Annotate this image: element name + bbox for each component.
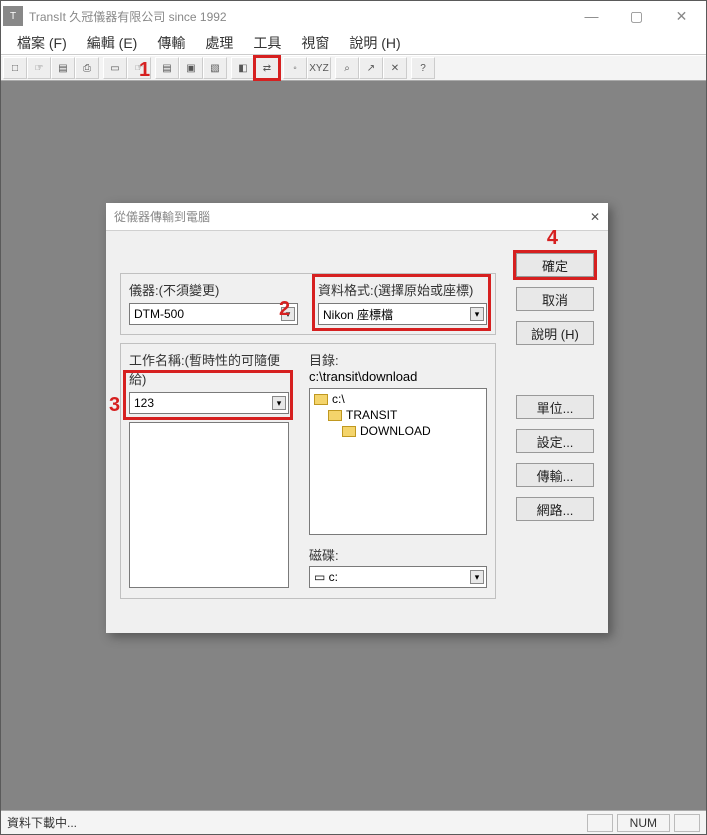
menu-file[interactable]: 檔案 (F)	[7, 33, 77, 53]
toolbar-btn-xyz[interactable]: XYZ	[307, 57, 331, 79]
dialog-close-icon[interactable]: ✕	[590, 210, 600, 224]
toolbar-btn-18[interactable]: ⌕	[335, 57, 359, 79]
tree-item[interactable]: c:\	[314, 391, 482, 407]
toolbar-btn-print[interactable]: ⎙	[75, 57, 99, 79]
menu-edit[interactable]: 編輯 (E)	[77, 33, 148, 53]
job-combo[interactable]: 123 ▾	[129, 392, 289, 414]
disk-value: ▭ c:	[314, 570, 338, 584]
window-title: TransIt 久冠儀器有限公司 since 1992	[29, 8, 569, 25]
cancel-button[interactable]: 取消	[516, 287, 594, 311]
instrument-value: DTM-500	[134, 307, 184, 321]
chevron-down-icon: ▾	[470, 570, 484, 584]
folder-icon	[342, 426, 356, 437]
toolbar-btn-new[interactable]: □	[3, 57, 27, 79]
folder-icon	[328, 410, 342, 421]
dir-tree[interactable]: c:\ TRANSIT DOWNLOAD	[309, 388, 487, 535]
annotation-2: 2	[279, 298, 290, 321]
job-group: 工作名稱:(暫時性的可隨便給) 123 ▾ 3	[120, 343, 496, 599]
instrument-group: 儀器:(不須變更) DTM-500 ▾ 資料格式:(選擇原始或座標) Ni	[120, 273, 496, 335]
minimize-button[interactable]: —	[569, 2, 614, 30]
toolbar-btn-5[interactable]: ▭	[103, 57, 127, 79]
format-label: 資料格式:(選擇原始或座標)	[318, 280, 487, 299]
status-bar: 資料下載中... NUM	[1, 810, 706, 834]
annotation-3: 3	[109, 394, 120, 417]
menu-transfer[interactable]: 傳輸	[147, 33, 195, 53]
disk-combo[interactable]: ▭ c: ▾	[309, 566, 487, 588]
dir-value: c:\transit\download	[309, 369, 487, 384]
close-button[interactable]: ✕	[659, 2, 704, 30]
instrument-combo[interactable]: DTM-500 ▾	[129, 303, 298, 325]
toolbar-btn-download[interactable]: ⇄	[255, 57, 279, 79]
job-label: 工作名稱:(暫時性的可隨便給)	[129, 350, 289, 388]
units-button[interactable]: 單位...	[516, 395, 594, 419]
network-button[interactable]: 網路...	[516, 497, 594, 521]
toolbar-btn-8[interactable]: ▤	[155, 57, 179, 79]
status-text: 資料下載中...	[7, 814, 77, 831]
ok-button[interactable]: 確定	[516, 253, 594, 277]
job-list[interactable]	[129, 422, 289, 588]
menu-window[interactable]: 視窗	[291, 33, 339, 53]
title-bar: T TransIt 久冠儀器有限公司 since 1992 — ▢ ✕	[1, 1, 706, 31]
settings-button[interactable]: 設定...	[516, 429, 594, 453]
menu-process[interactable]: 處理	[195, 33, 243, 53]
help-button[interactable]: 說明 (H)	[516, 321, 594, 345]
toolbar-btn-save[interactable]: ▤	[51, 57, 75, 79]
toolbar-btn-open[interactable]: ☞	[27, 57, 51, 79]
toolbar-btn-12[interactable]: ◧	[231, 57, 255, 79]
menu-tools[interactable]: 工具	[243, 33, 291, 53]
tree-item[interactable]: TRANSIT	[314, 407, 482, 423]
toolbar-btn-20[interactable]: ✕	[383, 57, 407, 79]
download-dialog: 從儀器傳輸到電腦 ✕ 4 確定 取消 說明 (H) 單位... 設定... 傳輸…	[106, 203, 608, 633]
folder-icon	[314, 394, 328, 405]
format-value: Nikon 座標檔	[323, 306, 393, 323]
annotation-4: 4	[547, 227, 558, 250]
status-num: NUM	[617, 814, 670, 832]
maximize-button[interactable]: ▢	[614, 2, 659, 30]
annotation-1: 1	[139, 59, 150, 82]
toolbar-btn-15[interactable]: ◦	[283, 57, 307, 79]
status-cell	[674, 814, 700, 832]
dir-label: 目錄:	[309, 350, 487, 369]
chevron-down-icon: ▾	[272, 396, 286, 410]
tree-item[interactable]: DOWNLOAD	[314, 423, 482, 439]
format-combo[interactable]: Nikon 座標檔 ▾	[318, 303, 487, 325]
toolbar-btn-9[interactable]: ▣	[179, 57, 203, 79]
toolbar-btn-10[interactable]: ▧	[203, 57, 227, 79]
dialog-title: 從儀器傳輸到電腦	[114, 208, 590, 225]
instrument-label: 儀器:(不須變更)	[129, 280, 298, 299]
dialog-button-column: 確定 取消 說明 (H) 單位... 設定... 傳輸... 網路...	[516, 253, 594, 521]
menu-help[interactable]: 說明 (H)	[339, 33, 410, 53]
chevron-down-icon: ▾	[470, 307, 484, 321]
status-cell	[587, 814, 613, 832]
job-value: 123	[134, 396, 154, 410]
toolbar-btn-19[interactable]: ↗	[359, 57, 383, 79]
work-area: 1 從儀器傳輸到電腦 ✕ 4 確定 取消 說明 (H) 單位... 設定... …	[1, 81, 706, 810]
menu-bar: 檔案 (F) 編輯 (E) 傳輸 處理 工具 視窗 說明 (H)	[1, 31, 706, 55]
disk-label: 磁碟:	[309, 545, 487, 564]
tool-bar: □ ☞ ▤ ⎙ ▭ ☞ ▤ ▣ ▧ ◧ ⇄ ◦ XYZ ⌕ ↗ ✕ ?	[1, 55, 706, 81]
app-icon: T	[3, 6, 23, 26]
toolbar-btn-help[interactable]: ?	[411, 57, 435, 79]
dialog-title-bar: 從儀器傳輸到電腦 ✕	[106, 203, 608, 231]
transfer-button[interactable]: 傳輸...	[516, 463, 594, 487]
